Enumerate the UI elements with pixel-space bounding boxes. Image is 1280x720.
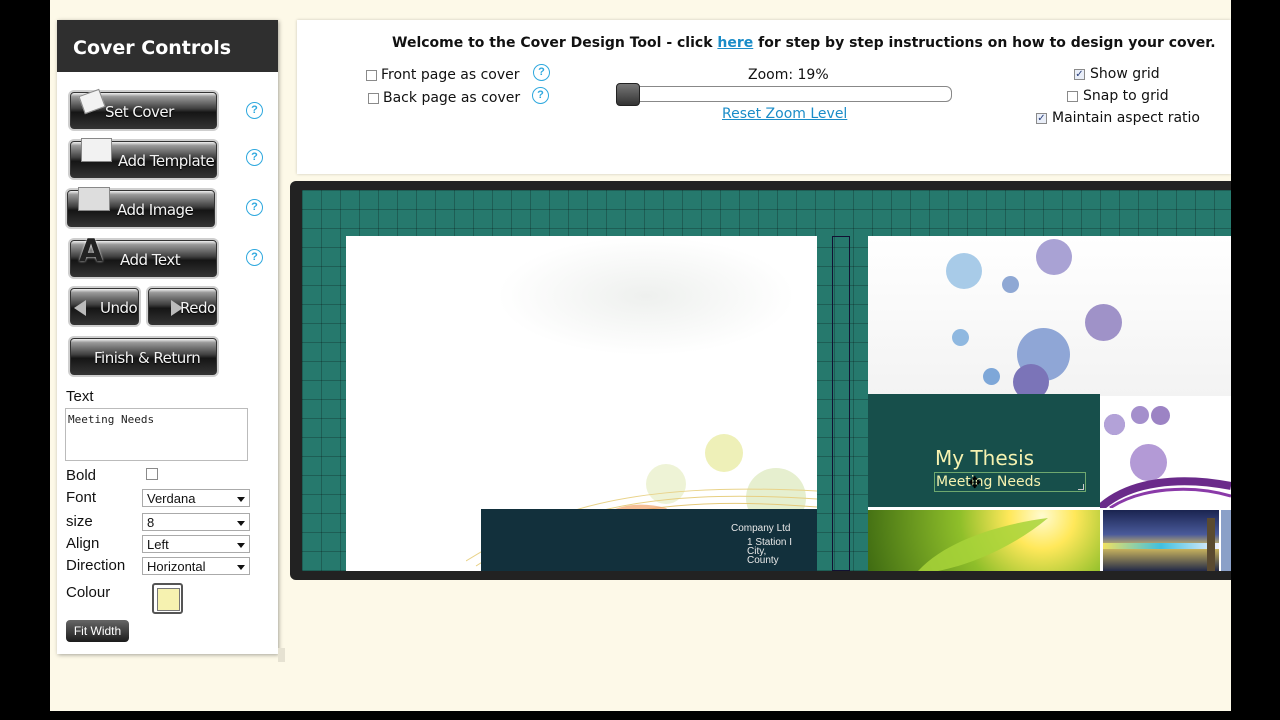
help-icon-add-text[interactable]: ? — [246, 249, 263, 266]
text-label: Text — [66, 388, 94, 405]
zoom-slider-handle[interactable] — [616, 83, 640, 106]
size-select-value: 8 — [147, 515, 155, 530]
maintain-aspect-label: Maintain aspect ratio — [1052, 110, 1200, 126]
add-text-button[interactable]: A Add Text — [70, 233, 217, 277]
fit-width-button[interactable]: Fit Width — [66, 620, 129, 642]
welcome-message: Welcome to the Cover Design Tool - click… — [392, 35, 1216, 51]
reset-zoom-link[interactable]: Reset Zoom Level — [722, 106, 847, 122]
add-image-button[interactable]: Add Image — [67, 187, 215, 227]
instructions-link[interactable]: here — [717, 35, 753, 51]
back-page-cover-label: Back page as cover — [383, 90, 521, 106]
maintain-aspect-checkbox[interactable]: ✓ — [1036, 113, 1047, 124]
help-icon-front-page[interactable]: ? — [533, 64, 550, 81]
chevron-down-icon — [237, 543, 245, 548]
company-name: Company Ltd — [731, 523, 791, 534]
direction-select-value: Horizontal — [147, 559, 206, 574]
decor-bubble — [1085, 304, 1122, 341]
show-grid-label: Show grid — [1090, 66, 1160, 82]
help-icon-add-template[interactable]: ? — [246, 149, 263, 166]
decor-bubble — [983, 368, 1000, 385]
arrow-left-icon — [74, 300, 86, 316]
selected-text-box[interactable]: Meeting Needs ✥ — [934, 472, 1086, 492]
undo-button[interactable]: Undo — [70, 288, 139, 325]
colour-label: Colour — [66, 584, 111, 601]
back-page-cover-checkbox[interactable] — [368, 93, 379, 104]
move-cursor-icon: ✥ — [968, 475, 982, 492]
template-icon — [81, 138, 112, 162]
snap-to-grid-label: Snap to grid — [1083, 88, 1169, 104]
paint-bucket-icon — [78, 88, 106, 115]
chevron-down-icon — [237, 521, 245, 526]
bold-checkbox[interactable] — [146, 468, 158, 480]
letter-a-icon: A — [79, 233, 103, 269]
align-select-value: Left — [147, 537, 169, 552]
decor-bubble — [952, 329, 969, 346]
front-cover-page[interactable]: My Thesis Meeting Needs ✥ — [868, 236, 1231, 571]
decor-bubble — [1104, 414, 1125, 435]
company-info-block[interactable]: Company Ltd 1 Station I City, County — [481, 509, 817, 571]
direction-label: Direction — [66, 557, 126, 574]
align-label: Align — [66, 535, 100, 552]
finish-return-button[interactable]: Finish & Return — [70, 338, 217, 375]
sidebar-scroll-edge — [278, 648, 285, 662]
decor-bubble — [1036, 239, 1072, 275]
colour-swatch[interactable] — [152, 583, 183, 614]
leaf-sunlight-photo[interactable] — [868, 510, 1100, 571]
colour-swatch-fill — [157, 588, 180, 611]
set-cover-colour-button[interactable]: Set Cover Colour — [70, 88, 217, 159]
redo-button[interactable]: Redo — [148, 288, 217, 325]
top-toolbar-panel: Welcome to the Cover Design Tool - click… — [297, 20, 1231, 174]
design-canvas[interactable]: Company Ltd 1 Station I City, County My … — [302, 190, 1231, 571]
light-trail-graphic — [1103, 543, 1219, 549]
show-grid-checkbox[interactable]: ✓ — [1074, 69, 1085, 80]
font-label: Font — [66, 489, 97, 506]
chevron-down-icon — [237, 565, 245, 570]
image-icon — [78, 187, 110, 211]
size-label: size — [66, 513, 93, 530]
cover-subtitle-text: Meeting Needs — [936, 474, 1041, 490]
decor-bubble — [946, 253, 982, 289]
city-night-photo[interactable] — [1103, 510, 1219, 571]
help-icon-set-colour[interactable]: ? — [246, 102, 263, 119]
chevron-down-icon — [237, 497, 245, 502]
company-address: 1 Station I City, County — [747, 537, 793, 566]
text-input[interactable]: Meeting Needs — [65, 408, 248, 461]
resize-handle[interactable] — [1078, 484, 1084, 490]
photo-tile-edge — [1221, 510, 1231, 571]
direction-select[interactable]: Horizontal — [142, 557, 250, 575]
front-page-cover-checkbox[interactable] — [366, 70, 377, 81]
help-icon-back-page[interactable]: ? — [532, 87, 549, 104]
back-cover-page[interactable]: Company Ltd 1 Station I City, County — [346, 236, 817, 571]
cover-controls-panel: Cover Controls Set Cover Colour ? Add Te… — [57, 20, 278, 654]
decor-bubble — [1131, 406, 1149, 424]
clock-tower-graphic — [1207, 518, 1215, 571]
zoom-label: Zoom: 19% — [748, 67, 829, 83]
zoom-slider-track[interactable] — [618, 86, 952, 102]
snap-to-grid-checkbox[interactable] — [1067, 91, 1078, 102]
app-page: Cover Controls Set Cover Colour ? Add Te… — [50, 0, 1231, 711]
font-select[interactable]: Verdana — [142, 489, 250, 507]
back-soft-shade — [496, 236, 796, 356]
cover-title-text[interactable]: My Thesis — [935, 446, 1034, 470]
purple-swirl-graphic — [1100, 477, 1231, 508]
spine-area[interactable] — [832, 236, 850, 571]
help-icon-add-image[interactable]: ? — [246, 199, 263, 216]
sidebar-title: Cover Controls — [57, 20, 278, 72]
align-select[interactable]: Left — [142, 535, 250, 553]
add-template-button[interactable]: Add Template — [70, 138, 217, 178]
decor-bubble — [1151, 406, 1170, 425]
front-page-cover-label: Front page as cover — [381, 67, 520, 83]
bold-label: Bold — [66, 467, 97, 484]
size-select[interactable]: 8 — [142, 513, 250, 531]
font-select-value: Verdana — [147, 491, 196, 506]
leaf-graphic — [918, 518, 1048, 571]
decor-bubble — [1002, 276, 1019, 293]
title-block[interactable]: My Thesis Meeting Needs ✥ — [868, 394, 1100, 507]
